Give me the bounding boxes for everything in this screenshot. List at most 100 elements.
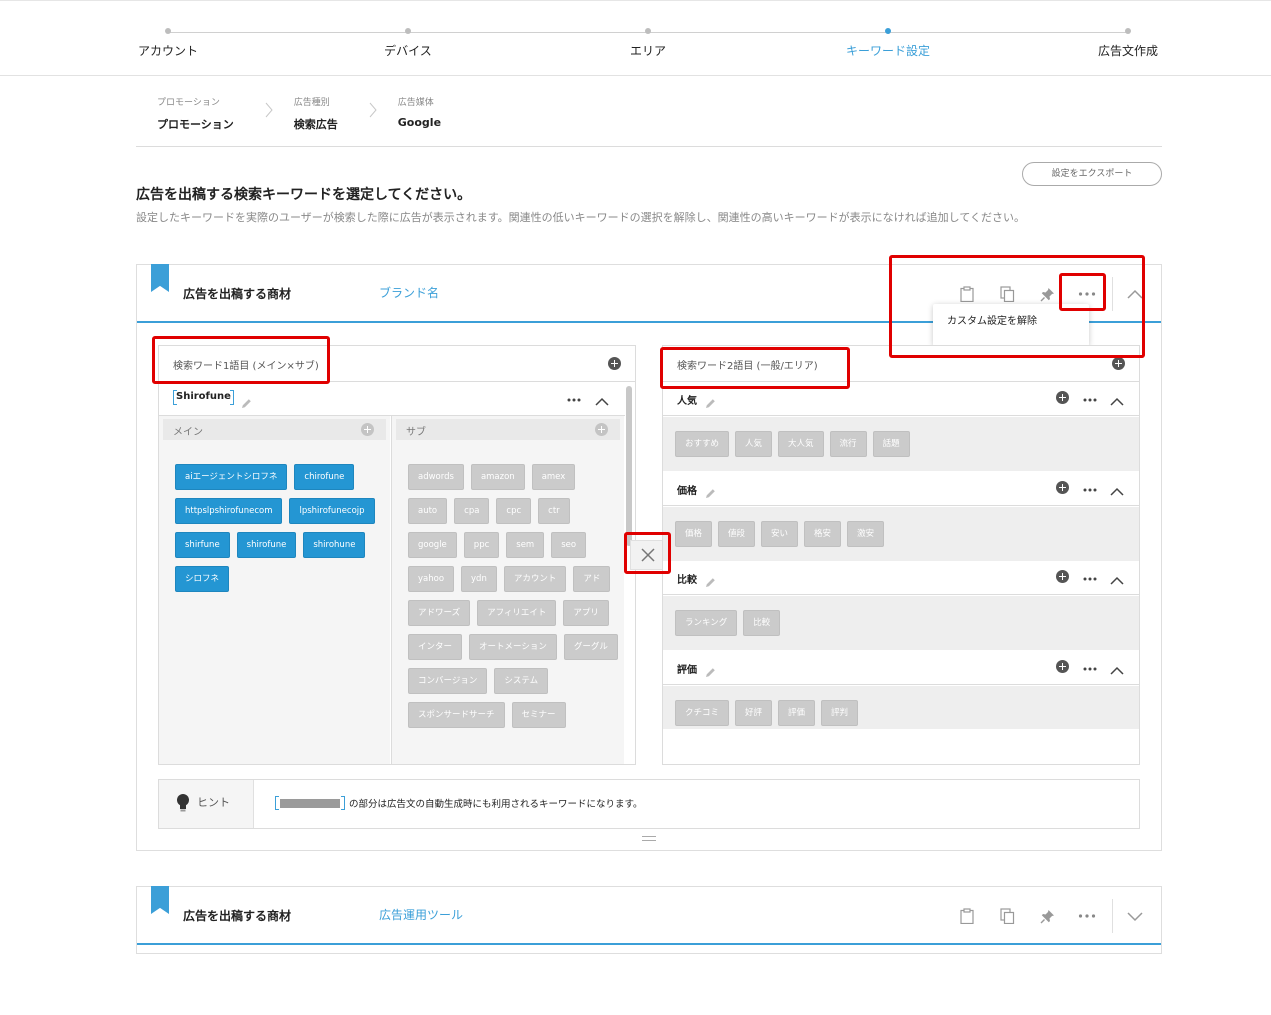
keyword-tag[interactable]: おすすめ [675, 431, 730, 457]
chevron-up-icon[interactable] [1110, 571, 1124, 585]
keyword-tag[interactable]: shirfune [175, 532, 230, 558]
keyword-tag[interactable]: 評判 [821, 700, 859, 726]
remove-button[interactable] [630, 540, 666, 570]
keyword-tag[interactable]: スポンサードサーチ [408, 702, 505, 728]
keyword-tag[interactable]: ydn [461, 566, 497, 592]
scrollbar[interactable] [626, 386, 632, 546]
card-product-name[interactable]: 広告運用ツール [379, 906, 463, 923]
pencil-icon[interactable] [705, 484, 717, 498]
card-product-name[interactable]: ブランド名 [379, 284, 439, 301]
keyword-tag[interactable]: chirofune [294, 464, 355, 490]
keyword-tag[interactable]: 人気 [735, 431, 773, 457]
keyword-tag[interactable]: 好評 [735, 700, 773, 726]
keyword-tag[interactable]: 流行 [829, 431, 867, 457]
keyword-tag[interactable]: オートメーション [469, 634, 557, 660]
more-icon[interactable] [1083, 483, 1097, 493]
more-icon[interactable] [567, 393, 581, 403]
more-icon[interactable] [1067, 284, 1107, 304]
card-more-menu: カスタム設定を解除 [933, 304, 1089, 346]
keyword-tag[interactable]: 価格 [675, 521, 713, 547]
step-device[interactable]: デバイス [328, 28, 488, 59]
add-icon[interactable] [1056, 391, 1069, 404]
keyword-tag[interactable]: 値段 [718, 521, 756, 547]
keyword-tag[interactable]: ランキング [675, 610, 738, 636]
hint-text-row: の部分は広告文の自動生成時にも利用されるキーワードになります。 [275, 796, 643, 810]
keyword-tag[interactable]: adwords [408, 464, 464, 490]
keyword-tag[interactable]: 大人気 [778, 431, 824, 457]
keyword-tag[interactable]: google [408, 532, 457, 558]
keyword-tag[interactable]: cpc [496, 498, 532, 524]
pin-icon[interactable] [1027, 284, 1067, 304]
keyword-group-header: 価格 [663, 472, 1139, 506]
pencil-icon[interactable] [705, 663, 717, 677]
keyword-tag[interactable]: アドワーズ [408, 600, 471, 626]
keyword-tag[interactable]: httpslpshirofunecom [175, 498, 283, 524]
add-icon[interactable] [361, 423, 374, 436]
pencil-icon[interactable] [705, 394, 717, 408]
chevron-up-icon[interactable] [595, 392, 609, 406]
copy-icon[interactable] [987, 284, 1027, 304]
add-icon[interactable] [595, 423, 608, 436]
keyword-tag[interactable]: ppc [463, 532, 500, 558]
add-icon[interactable] [1056, 570, 1069, 583]
keyword-tag[interactable]: アド [573, 566, 611, 592]
keyword-tag[interactable]: シロフネ [175, 566, 230, 592]
chevron-up-icon[interactable] [1110, 392, 1124, 406]
more-icon[interactable] [1083, 393, 1097, 403]
card-header: 広告を出稿する商材 広告運用ツール [137, 886, 1161, 945]
keyword-tag[interactable]: コンバージョン [408, 668, 488, 694]
keyword-tag[interactable]: グーグル [563, 634, 618, 660]
breadcrumb-value: プロモーション [157, 118, 234, 131]
keyword-tag[interactable]: ctr [538, 498, 570, 524]
keyword-tag[interactable]: seo [551, 532, 587, 558]
more-icon[interactable] [1067, 906, 1107, 926]
keyword-tag[interactable]: セミナー [511, 702, 566, 728]
export-settings-button[interactable]: 設定をエクスポート [1022, 162, 1162, 186]
menu-item-reset-custom[interactable]: カスタム設定を解除 [947, 316, 1037, 327]
keyword-tag[interactable]: 激安 [847, 521, 885, 547]
add-icon[interactable] [1056, 481, 1069, 494]
pin-icon[interactable] [1027, 906, 1067, 926]
more-icon[interactable] [1083, 662, 1097, 672]
keyword-tag[interactable]: システム [494, 668, 549, 694]
clipboard-icon[interactable] [947, 284, 987, 304]
keyword-tag[interactable]: auto [408, 498, 448, 524]
keyword-tag[interactable]: yahoo [408, 566, 455, 592]
step-keyword[interactable]: キーワード設定 [808, 28, 968, 59]
keyword-tag[interactable]: aiエージェントシロフネ [175, 464, 288, 490]
keyword-tag[interactable]: 話題 [872, 431, 910, 457]
pencil-icon[interactable] [241, 394, 253, 408]
step-area[interactable]: エリア [568, 28, 728, 59]
keyword-tag[interactable]: shirofune [236, 532, 297, 558]
chevron-up-icon[interactable] [1123, 283, 1147, 305]
keyword-tag[interactable]: shirohune [303, 532, 366, 558]
step-ad-text[interactable]: 広告文作成 [1048, 28, 1208, 59]
keyword-tag[interactable]: アカウント [503, 566, 567, 592]
keyword-tag[interactable]: 格安 [804, 521, 842, 547]
keyword-tag[interactable]: amex [531, 464, 576, 490]
keyword-tag[interactable]: amazon [470, 464, 525, 490]
copy-icon[interactable] [987, 906, 1027, 926]
keyword-tag[interactable]: アフィリエイト [477, 600, 557, 626]
keyword-tag[interactable]: cpa [454, 498, 490, 524]
add-icon[interactable] [608, 357, 621, 370]
keyword-tag[interactable]: 評価 [778, 700, 816, 726]
keyword-tag[interactable]: sem [506, 532, 545, 558]
resize-handle[interactable] [642, 836, 656, 841]
add-icon[interactable] [1056, 660, 1069, 673]
keyword-tag[interactable]: クチコミ [675, 700, 730, 726]
keyword-tag[interactable]: 安い [761, 521, 799, 547]
chevron-down-icon[interactable] [1123, 905, 1147, 927]
add-icon[interactable] [1112, 357, 1125, 370]
keyword-tag[interactable]: 比較 [743, 610, 781, 636]
step-account[interactable]: アカウント [88, 28, 248, 59]
more-icon[interactable] [1083, 572, 1097, 582]
chevron-up-icon[interactable] [1110, 482, 1124, 496]
chevron-up-icon[interactable] [1110, 661, 1124, 675]
pencil-icon[interactable] [705, 573, 717, 587]
keyword-tag[interactable]: アプリ [563, 600, 609, 626]
keyword-tag[interactable]: lpshirofunecojp [289, 498, 375, 524]
clipboard-icon[interactable] [947, 906, 987, 926]
keyword-tag[interactable]: インター [408, 634, 463, 660]
panel-header: 検索ワード2語目 (一般/エリア) [663, 346, 1139, 382]
